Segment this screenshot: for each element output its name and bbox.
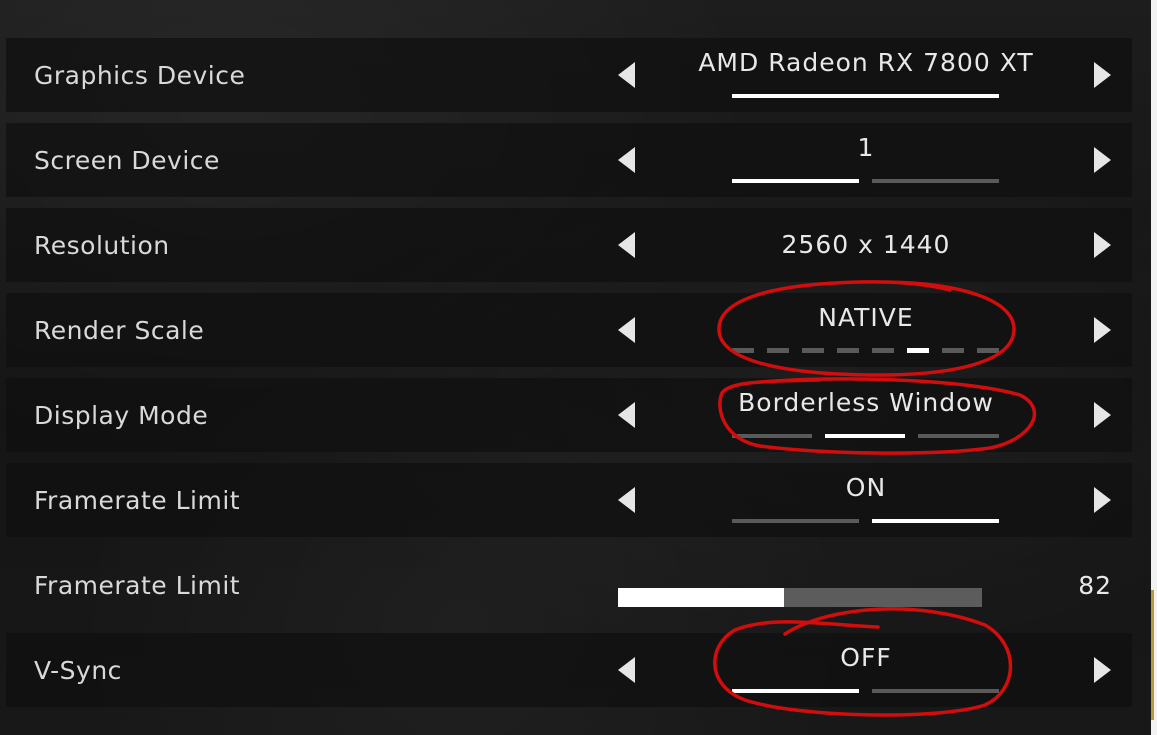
chevron-left-icon[interactable] [618, 62, 635, 88]
setting-value: OFF [840, 643, 892, 672]
setting-label: Framerate Limit [34, 570, 241, 600]
setting-row-screen-device: Screen Device 1 [6, 123, 1132, 197]
option-indicator-segment [732, 689, 859, 693]
option-indicator-segment [767, 348, 789, 353]
setting-value: ON [845, 473, 887, 502]
option-indicator-segment [732, 434, 812, 438]
chevron-left-icon[interactable] [618, 657, 635, 683]
setting-label: Screen Device [34, 145, 220, 175]
chevron-right-icon[interactable] [1094, 62, 1111, 88]
setting-value: AMD Radeon RX 7800 XT [698, 48, 1034, 77]
option-indicator-segment [802, 348, 824, 353]
option-indicator-segment [872, 179, 999, 183]
setting-label: Framerate Limit [34, 485, 241, 515]
chevron-right-icon[interactable] [1094, 657, 1111, 683]
chevron-left-icon[interactable] [618, 232, 635, 258]
option-indicator-segment [837, 348, 859, 353]
option-indicator-segment [977, 348, 999, 353]
chevron-left-icon[interactable] [618, 317, 635, 343]
setting-label: Render Scale [34, 315, 205, 345]
setting-value: 2560 x 1440 [781, 230, 951, 259]
option-indicator-segment [732, 179, 859, 183]
option-indicator-segment [872, 348, 894, 353]
setting-label: Graphics Device [34, 60, 246, 90]
option-indicator-segment [825, 434, 905, 438]
chevron-right-icon[interactable] [1094, 232, 1111, 258]
option-indicator-segment [918, 434, 999, 438]
option-indicator-segment [732, 519, 859, 523]
setting-label: Display Mode [34, 400, 209, 430]
option-indicator-segment [732, 348, 754, 353]
chevron-right-icon[interactable] [1094, 402, 1111, 428]
chevron-right-icon[interactable] [1094, 317, 1111, 343]
setting-label: V-Sync [34, 655, 122, 685]
chevron-left-icon[interactable] [618, 487, 635, 513]
option-indicator-segment [907, 348, 929, 353]
option-indicator-segment [732, 94, 999, 98]
setting-row-resolution: Resolution 2560 x 1440 [6, 208, 1132, 282]
setting-row-framerate-limit-toggle: Framerate Limit ON [6, 463, 1132, 537]
framerate-slider-fill[interactable] [618, 588, 784, 607]
window-edge [1151, 0, 1157, 735]
chevron-right-icon[interactable] [1094, 147, 1111, 173]
setting-row-graphics-device: Graphics Device AMD Radeon RX 7800 XT [6, 38, 1132, 112]
setting-value: NATIVE [818, 303, 914, 332]
setting-row-vsync: V-Sync OFF [6, 633, 1132, 707]
option-indicator-segment [872, 519, 999, 523]
setting-value: 1 [857, 133, 875, 162]
chevron-left-icon[interactable] [618, 147, 635, 173]
setting-row-display-mode: Display Mode Borderless Window [6, 378, 1132, 452]
setting-row-render-scale: Render Scale NATIVE [6, 293, 1132, 367]
setting-label: Resolution [34, 230, 170, 260]
graphics-settings-screen: Graphics Device AMD Radeon RX 7800 XT Sc… [0, 0, 1157, 735]
setting-row-framerate-limit-slider: Framerate Limit 82 [6, 548, 1132, 622]
chevron-right-icon[interactable] [1094, 487, 1111, 513]
chevron-left-icon[interactable] [618, 402, 635, 428]
setting-value: Borderless Window [738, 388, 994, 417]
framerate-slider-value: 82 [1078, 570, 1112, 600]
option-indicator-segment [872, 689, 999, 693]
option-indicator-segment [942, 348, 964, 353]
framerate-slider-track[interactable] [618, 588, 982, 607]
